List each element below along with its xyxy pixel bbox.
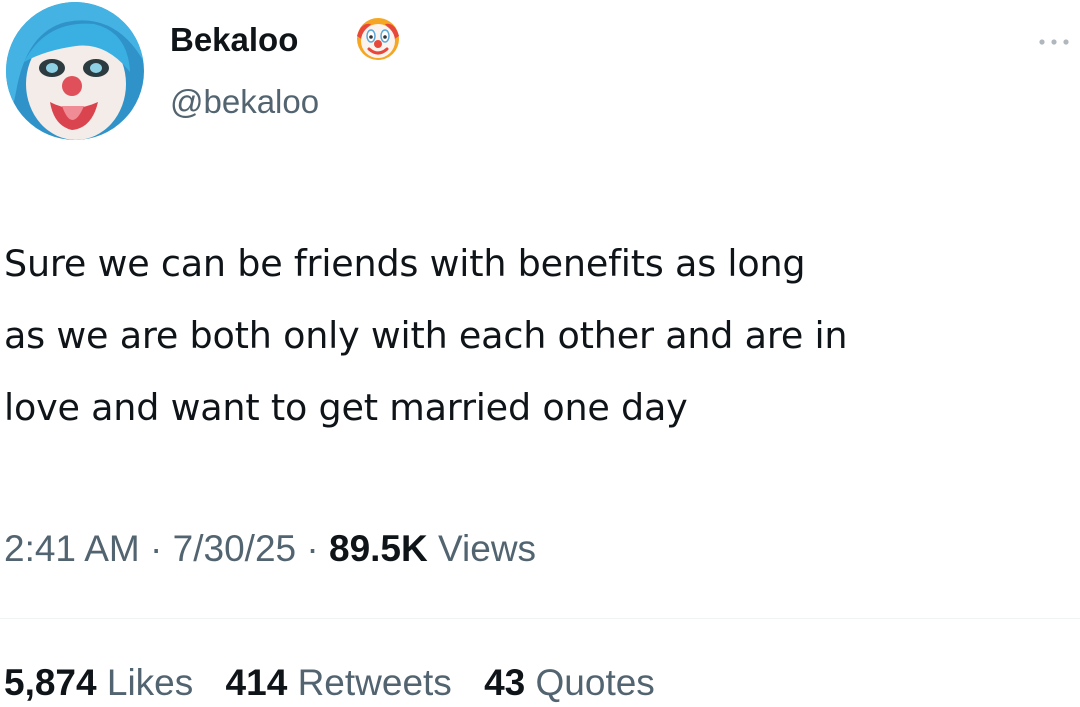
likes-count: 5,874 [4, 662, 97, 703]
views-count: 89.5K [329, 528, 428, 569]
retweets-label: Retweets [297, 662, 452, 703]
quotes-count: 43 [484, 662, 526, 703]
retweets-stat[interactable]: 414 Retweets [226, 662, 463, 703]
meta-separator: · [150, 528, 163, 569]
engagement-stats: 5,874 Likes 414 Retweets 43 Quotes [4, 658, 677, 707]
quotes-stat[interactable]: 43 Quotes [484, 662, 655, 703]
retweets-count: 414 [225, 662, 288, 703]
quotes-label: Quotes [535, 662, 655, 703]
profile-avatar[interactable] [6, 2, 144, 140]
tweet-time[interactable]: 2:41 AM [4, 528, 140, 569]
divider [0, 618, 1080, 619]
likes-label: Likes [106, 662, 194, 703]
likes-stat[interactable]: 5,874 Likes [4, 662, 204, 703]
display-name[interactable]: Bekaloo [170, 18, 298, 62]
clown-face-icon [355, 16, 401, 62]
tweet-text: Sure we can be friends with benefits as … [4, 242, 848, 429]
tweet-date[interactable]: 7/30/25 [173, 528, 296, 569]
views-label: Views [438, 528, 537, 569]
tweet-metadata: 2:41 AM · 7/30/25 · 89.5K Views [4, 524, 536, 574]
meta-separator: · [306, 528, 319, 569]
tweet-card: Bekaloo @bekaloo Sure we can be friends … [0, 0, 1080, 707]
user-handle[interactable]: @bekaloo [170, 80, 319, 124]
more-options-icon[interactable] [1034, 30, 1074, 54]
avatar-image [6, 2, 144, 140]
